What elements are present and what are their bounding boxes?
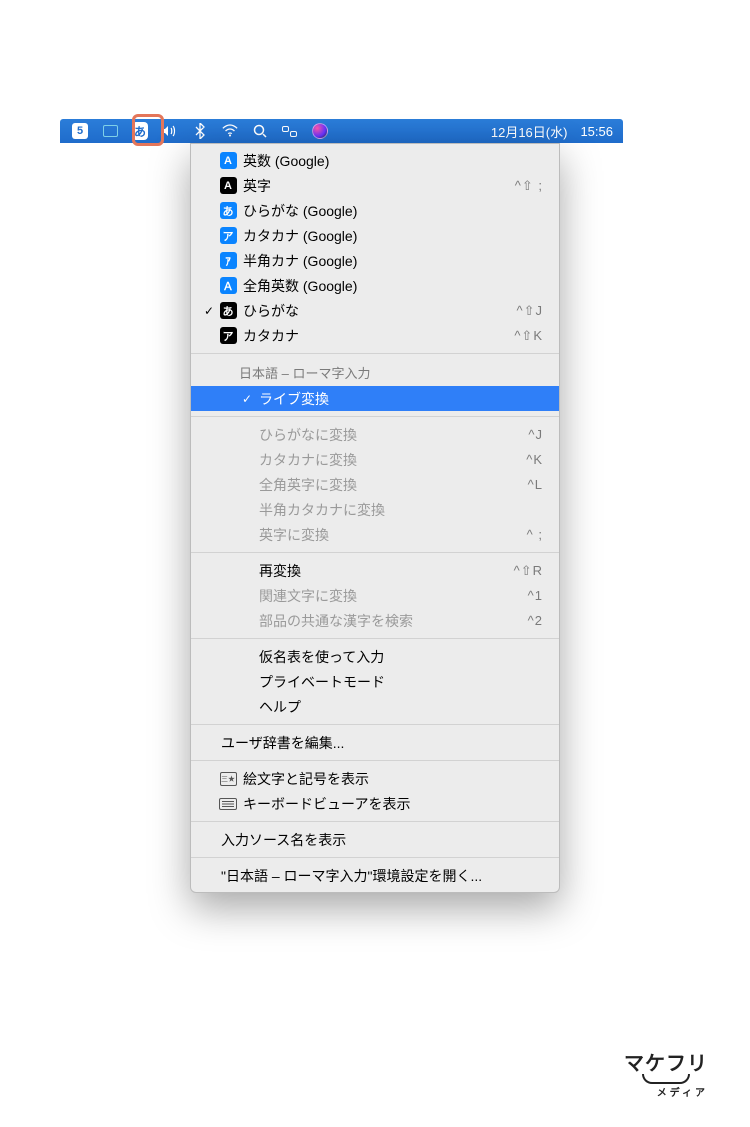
check-icon: ✓ <box>239 392 255 406</box>
section-header-japanese: 日本語 – ローマ字入力 <box>191 359 559 386</box>
menu-label: 英字 <box>239 176 515 196</box>
menu-label: キーボードビューアを表示 <box>239 794 543 814</box>
spotlight-icon[interactable] <box>252 123 268 139</box>
menu-input-source[interactable]: アカタカナ^⇧K <box>191 323 559 348</box>
menu-label: ひらがな <box>239 301 517 321</box>
menu-label: 全角英数 (Google) <box>239 276 543 296</box>
divider <box>191 821 559 822</box>
menubar-left: 5 あ <box>60 123 328 139</box>
divider <box>191 353 559 354</box>
menu-reconvert: 関連文字に変換^1 <box>191 583 559 608</box>
menu-option[interactable]: ヘルプ <box>191 694 559 719</box>
menu-label: 入力ソース名を表示 <box>217 830 543 850</box>
menu-label: 英数 (Google) <box>239 151 543 171</box>
input-badge-icon: ア <box>217 327 239 344</box>
menu-label: 絵文字と記号を表示 <box>239 769 543 789</box>
menu-input-source[interactable]: Ａ全角英数 (Google) <box>191 273 559 298</box>
input-badge-icon: あ <box>217 202 239 219</box>
wifi-icon[interactable] <box>222 123 238 139</box>
divider <box>191 552 559 553</box>
menu-shortcut: ^K <box>526 452 543 467</box>
menu-label: 全角英字に変換 <box>255 475 528 495</box>
menu-label: ヘルプ <box>255 697 543 717</box>
menu-conversion: 英字に変換^ ; <box>191 522 559 547</box>
volume-icon[interactable] <box>162 123 178 139</box>
menu-label: ひらがな (Google) <box>239 201 543 221</box>
menu-conversion: ひらがなに変換^J <box>191 422 559 447</box>
menu-label: カタカナ (Google) <box>239 226 543 246</box>
input-badge-icon: あ <box>217 302 239 319</box>
menu-shortcut: ^2 <box>528 613 543 628</box>
menu-label: プライベートモード <box>255 672 543 692</box>
menu-conversion: 半角カタカナに変換 <box>191 497 559 522</box>
menu-shortcut: ^⇧J <box>517 303 544 319</box>
keyboard-icon <box>219 798 237 810</box>
input-badge-icon: ア <box>217 227 239 244</box>
menubar-time[interactable]: 15:56 <box>580 124 613 139</box>
menu-input-source[interactable]: A英数 (Google) <box>191 148 559 173</box>
menu-edit-user-dictionary[interactable]: ユーザ辞書を編集... <box>191 730 559 755</box>
menu-label: 半角カナ (Google) <box>239 251 543 271</box>
input-badge-icon: A <box>217 177 239 194</box>
divider <box>191 724 559 725</box>
menu-input-source[interactable]: ｱ半角カナ (Google) <box>191 248 559 273</box>
emoji-icon: 三★ <box>220 772 237 786</box>
menu-label: 半角カタカナに変換 <box>255 500 543 520</box>
menu-label: ライブ変換 <box>255 389 543 409</box>
input-badge-icon: A <box>217 152 239 169</box>
menu-show-input-source-name[interactable]: 入力ソース名を表示 <box>191 827 559 852</box>
menu-label: "日本語 – ローマ字入力"環境設定を開く... <box>217 866 543 886</box>
menu-viewer[interactable]: 三★絵文字と記号を表示 <box>191 766 559 791</box>
menubar-date[interactable]: 12月16日(水) <box>491 122 568 141</box>
menu-shortcut: ^1 <box>528 588 543 603</box>
menu-label: 部品の共通な漢字を検索 <box>255 611 528 631</box>
menu-shortcut: ^⇧R <box>514 563 543 579</box>
menu-shortcut: ^⇧K <box>514 328 543 344</box>
menu-option[interactable]: プライベートモード <box>191 669 559 694</box>
menu-shortcut: ^ ; <box>527 527 543 542</box>
divider <box>191 638 559 639</box>
ime-dropdown: A英数 (Google)A英字^⇧ ;あひらがな (Google)アカタカナ (… <box>190 143 560 893</box>
menu-label: 仮名表を使って入力 <box>255 647 543 667</box>
menu-label: 関連文字に変換 <box>255 586 528 606</box>
menu-input-source[interactable]: A英字^⇧ ; <box>191 173 559 198</box>
menubar-right: 12月16日(水) 15:56 <box>491 122 623 141</box>
menu-shortcut: ^J <box>528 427 543 442</box>
menu-reconvert[interactable]: 再変換^⇧R <box>191 558 559 583</box>
menu-open-preferences[interactable]: "日本語 – ローマ字入力"環境設定を開く... <box>191 863 559 888</box>
siri-icon[interactable] <box>312 123 328 139</box>
watermark-main: マケフリ <box>624 1047 708 1076</box>
menu-input-source[interactable]: アカタカナ (Google) <box>191 223 559 248</box>
window-icon[interactable] <box>102 123 118 139</box>
menu-input-source[interactable]: ✓あひらがな^⇧J <box>191 298 559 323</box>
app-badge-5[interactable]: 5 <box>72 123 88 139</box>
input-badge-icon: Ａ <box>217 277 239 294</box>
menu-option[interactable]: 仮名表を使って入力 <box>191 644 559 669</box>
menu-shortcut: ^L <box>528 477 543 492</box>
menu-label: ひらがなに変換 <box>255 425 528 445</box>
menu-input-source[interactable]: あひらがな (Google) <box>191 198 559 223</box>
menu-live-conversion[interactable]: ✓ ライブ変換 <box>191 386 559 411</box>
input-badge-icon: ｱ <box>217 252 239 269</box>
menu-label: 英字に変換 <box>255 525 527 545</box>
bluetooth-icon[interactable] <box>192 123 208 139</box>
menu-label: カタカナに変換 <box>255 450 526 470</box>
menu-label: カタカナ <box>239 326 514 346</box>
watermark-sub: メディア <box>624 1084 708 1099</box>
divider <box>191 857 559 858</box>
menu-conversion: カタカナに変換^K <box>191 447 559 472</box>
menu-viewer[interactable]: キーボードビューアを表示 <box>191 791 559 816</box>
check-icon: ✓ <box>201 304 217 318</box>
ime-menu-highlight <box>132 114 164 146</box>
control-center-icon[interactable] <box>282 123 298 139</box>
watermark: マケフリ メディア <box>624 1047 708 1099</box>
menu-reconvert: 部品の共通な漢字を検索^2 <box>191 608 559 633</box>
divider <box>191 760 559 761</box>
menu-shortcut: ^⇧ ; <box>515 178 543 194</box>
menu-label: ユーザ辞書を編集... <box>217 733 543 753</box>
menu-label: 再変換 <box>255 561 514 581</box>
divider <box>191 416 559 417</box>
menu-conversion: 全角英字に変換^L <box>191 472 559 497</box>
